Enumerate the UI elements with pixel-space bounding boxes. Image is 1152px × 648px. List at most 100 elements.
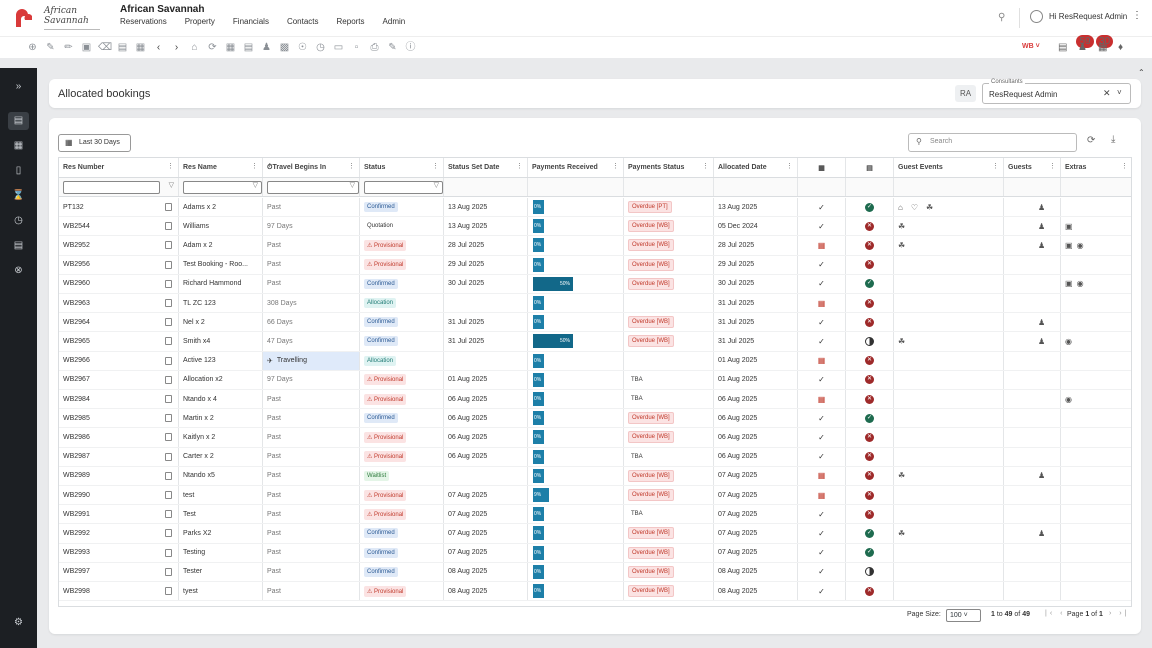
document-icon[interactable]	[165, 587, 172, 595]
calendar-icon[interactable]: ▦	[224, 41, 237, 54]
sidebar-clock-icon[interactable]: ◷	[8, 212, 29, 230]
res-number[interactable]: WB2985	[63, 415, 90, 422]
guest-icon[interactable]: ♟	[1038, 241, 1045, 250]
image-icon[interactable]: ▣	[1065, 279, 1073, 288]
col-header-res-number[interactable]: Res Number ⋮	[59, 158, 179, 177]
document-icon[interactable]	[165, 241, 172, 250]
res-name[interactable]: Smith x4	[183, 338, 210, 345]
col-header-allocated-date[interactable]: Allocated Date ⋮	[714, 158, 798, 177]
table-row[interactable]: WB2964 Nel x 2 66 Days Confirmed 31 Jul 2025…	[59, 313, 1131, 333]
guest-icon[interactable]: ♟	[1038, 337, 1045, 346]
column-menu-icon[interactable]: ⋮	[1121, 162, 1128, 170]
person-icon[interactable]: ♟	[260, 41, 273, 54]
screen-icon[interactable]: ▫	[350, 41, 363, 54]
menu-property[interactable]: Property	[185, 17, 215, 26]
document-icon[interactable]	[165, 548, 172, 557]
table-row[interactable]: WB2963 TL ZC 123 308 Days Allocation 0% 31 Ju…	[59, 294, 1131, 314]
sidebar-settings-icon[interactable]: ⚙	[8, 614, 29, 632]
res-name[interactable]: Carter x 2	[183, 453, 214, 460]
filter-icon[interactable]: ▽	[434, 181, 439, 189]
filter-icon[interactable]: ▽	[253, 181, 258, 189]
res-number[interactable]: PT132	[63, 204, 84, 211]
res-name[interactable]: Test	[183, 511, 196, 518]
table-row[interactable]: WB2985 Martin x 2 Past Confirmed 06 Aug 2025…	[59, 409, 1131, 429]
col-header-status-set-date[interactable]: Status Set Date ⋮	[444, 158, 528, 177]
res-name[interactable]: Williams	[183, 223, 209, 230]
more-options-icon[interactable]: ⋮	[1132, 10, 1142, 21]
table-row[interactable]: WB2990 test Past ⚠ Provisional 07 Aug 2025 9%…	[59, 486, 1131, 506]
save-icon[interactable]: ▣	[80, 41, 93, 54]
res-number[interactable]: WB2960	[63, 280, 90, 287]
res-name[interactable]: tyest	[183, 588, 198, 595]
sidebar-bookings-icon[interactable]: ▤	[8, 112, 29, 130]
camera-icon[interactable]: ◉	[1077, 279, 1084, 288]
res-number[interactable]: WB2998	[63, 588, 90, 595]
menu-contacts[interactable]: Contacts	[287, 17, 319, 26]
guest-icon[interactable]: ♟	[1038, 222, 1045, 231]
document-icon[interactable]	[165, 529, 172, 538]
col-header-status[interactable]: Status ⋮	[360, 158, 444, 177]
guest-icon[interactable]: ♟	[1038, 203, 1045, 212]
table-row[interactable]: WB2956 Test Booking - Roo... Past ⚠ Provisi…	[59, 255, 1131, 275]
document-icon[interactable]	[165, 375, 172, 384]
expand-sidebar-icon[interactable]: »	[8, 78, 29, 96]
back-icon[interactable]: ‹	[152, 41, 165, 54]
add-icon[interactable]: ⊕	[26, 41, 39, 54]
guest-icon[interactable]: ♟	[1038, 318, 1045, 327]
res-number[interactable]: WB2986	[63, 434, 90, 441]
user-initials-avatar[interactable]: RA	[955, 85, 976, 102]
col-header-guest-events[interactable]: Guest Events ⋮	[894, 158, 1004, 177]
res-number[interactable]: WB2963	[63, 300, 90, 307]
col-header-travel-begins-in[interactable]: ⏱ Travel Begins In ⋮	[263, 158, 360, 177]
col-header-extras[interactable]: Extras ⋮	[1061, 158, 1131, 177]
filter-icon[interactable]: ▽	[350, 181, 355, 189]
document-icon[interactable]	[165, 318, 172, 327]
filter-input[interactable]	[267, 180, 359, 194]
camera-icon[interactable]: ◉	[1065, 395, 1072, 404]
res-number[interactable]: WB2997	[63, 568, 90, 575]
table-row[interactable]: WB2544 Williams 97 Days Quotation 13 Aug 202…	[59, 217, 1131, 237]
table-row[interactable]: PT132 Adams x 2 Past Confirmed 13 Aug 2025 0%…	[59, 198, 1131, 218]
res-name[interactable]: Adams x 2	[183, 204, 216, 211]
next-last-page-icon[interactable]: › ›|	[1109, 610, 1129, 617]
document-icon[interactable]	[165, 452, 172, 461]
table-row[interactable]: WB2986 Kaitlyn x 2 Past ⚠ Provisional 06 Aug…	[59, 428, 1131, 448]
alarm-icon[interactable]: ◷	[314, 41, 327, 54]
res-name[interactable]: Parks X2	[183, 530, 211, 537]
res-number[interactable]: WB2965	[63, 338, 90, 345]
res-number[interactable]: WB2952	[63, 242, 90, 249]
leaf-icon[interactable]: ☘	[926, 203, 933, 212]
sidebar-documents-icon[interactable]: ▦	[8, 137, 29, 155]
column-menu-icon[interactable]: ⋮	[1049, 162, 1056, 170]
menu-financials[interactable]: Financials	[233, 17, 269, 26]
leaf-icon[interactable]: ☘	[898, 337, 905, 346]
res-name[interactable]: Tester	[183, 568, 202, 575]
document-icon[interactable]	[165, 203, 172, 211]
document-icon[interactable]	[165, 491, 172, 499]
image-icon[interactable]: ▣	[1065, 222, 1073, 231]
column-menu-icon[interactable]: ⋮	[992, 162, 999, 170]
document-icon[interactable]	[165, 222, 172, 231]
sidebar-file-icon[interactable]: ▤	[8, 237, 29, 255]
export-icon[interactable]: ▦	[1098, 41, 1110, 54]
document-icon[interactable]	[165, 414, 172, 423]
property-selector[interactable]: WB ˅	[1022, 43, 1040, 50]
table-row[interactable]: WB2987 Carter x 2 Past ⚠ Provisional 06 Aug …	[59, 447, 1131, 467]
res-number[interactable]: WB2987	[63, 453, 90, 460]
chart-icon[interactable]: ▩	[278, 41, 291, 54]
inbox-icon[interactable]: ▤59	[1058, 35, 1094, 54]
res-number[interactable]: WB2966	[63, 357, 90, 364]
res-number[interactable]: WB2967	[63, 376, 90, 383]
open-icon[interactable]: ✎	[44, 41, 57, 54]
refresh-icon[interactable]: ⟳	[206, 41, 219, 54]
user-greeting[interactable]: Hi ResRequest Admin	[1049, 12, 1127, 21]
collapse-chevron-icon[interactable]: ⌃	[1138, 68, 1145, 77]
column-menu-icon[interactable]: ⋮	[251, 162, 258, 170]
res-number[interactable]: WB2992	[63, 530, 90, 537]
table-row[interactable]: WB2989 Ntando x5 Past Waitlist 0% Overdue [WB…	[59, 466, 1131, 486]
document-icon[interactable]	[165, 356, 172, 365]
res-name[interactable]: Ntando x 4	[183, 396, 217, 403]
table-row[interactable]: WB2952 Adam x 2 Past ⚠ Provisional 28 Jul 20…	[59, 236, 1131, 256]
document-icon[interactable]	[165, 471, 172, 480]
filter-icon[interactable]: ▽	[169, 181, 174, 189]
